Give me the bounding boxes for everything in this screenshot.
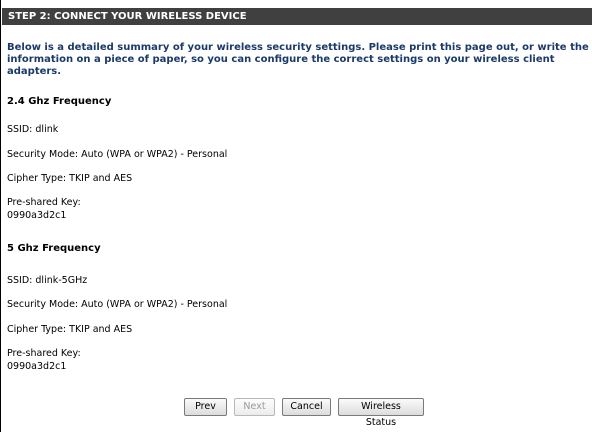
band-24-psk-label: Pre-shared Key: <box>7 197 81 208</box>
band-5-cipher-type: Cipher Type: TKIP and AES <box>7 324 133 335</box>
step-header: STEP 2: CONNECT YOUR WIRELESS DEVICE <box>2 8 592 25</box>
next-button[interactable]: Next <box>234 398 275 416</box>
band-5-psk-label: Pre-shared Key: <box>7 348 81 359</box>
band-5-ssid: SSID: dlink-5GHz <box>7 275 88 286</box>
cancel-button[interactable]: Cancel <box>282 398 331 416</box>
band-24-cipher-type: Cipher Type: TKIP and AES <box>7 173 133 184</box>
band-5-title: 5 Ghz Frequency <box>7 243 101 254</box>
band-5-psk-value: 0990a3d2c1 <box>7 361 67 372</box>
wizard-buttons: Prev Next Cancel Wireless Status <box>184 398 424 428</box>
band-24-ssid: SSID: dlink <box>7 124 59 135</box>
band-24-title: 2.4 Ghz Frequency <box>7 96 112 107</box>
wireless-status-button[interactable]: Wireless Status <box>338 398 424 428</box>
wizard-panel: STEP 2: CONNECT YOUR WIRELESS DEVICE Bel… <box>0 0 592 432</box>
summary-content: Below is a detailed summary of your wire… <box>7 25 591 78</box>
intro-text: Below is a detailed summary of your wire… <box>7 42 589 77</box>
band-5-security-mode: Security Mode: Auto (WPA or WPA2) - Pers… <box>7 299 228 310</box>
band-24-security-mode: Security Mode: Auto (WPA or WPA2) - Pers… <box>7 149 228 160</box>
band-24-psk-value: 0990a3d2c1 <box>7 210 67 221</box>
prev-button[interactable]: Prev <box>184 398 227 416</box>
